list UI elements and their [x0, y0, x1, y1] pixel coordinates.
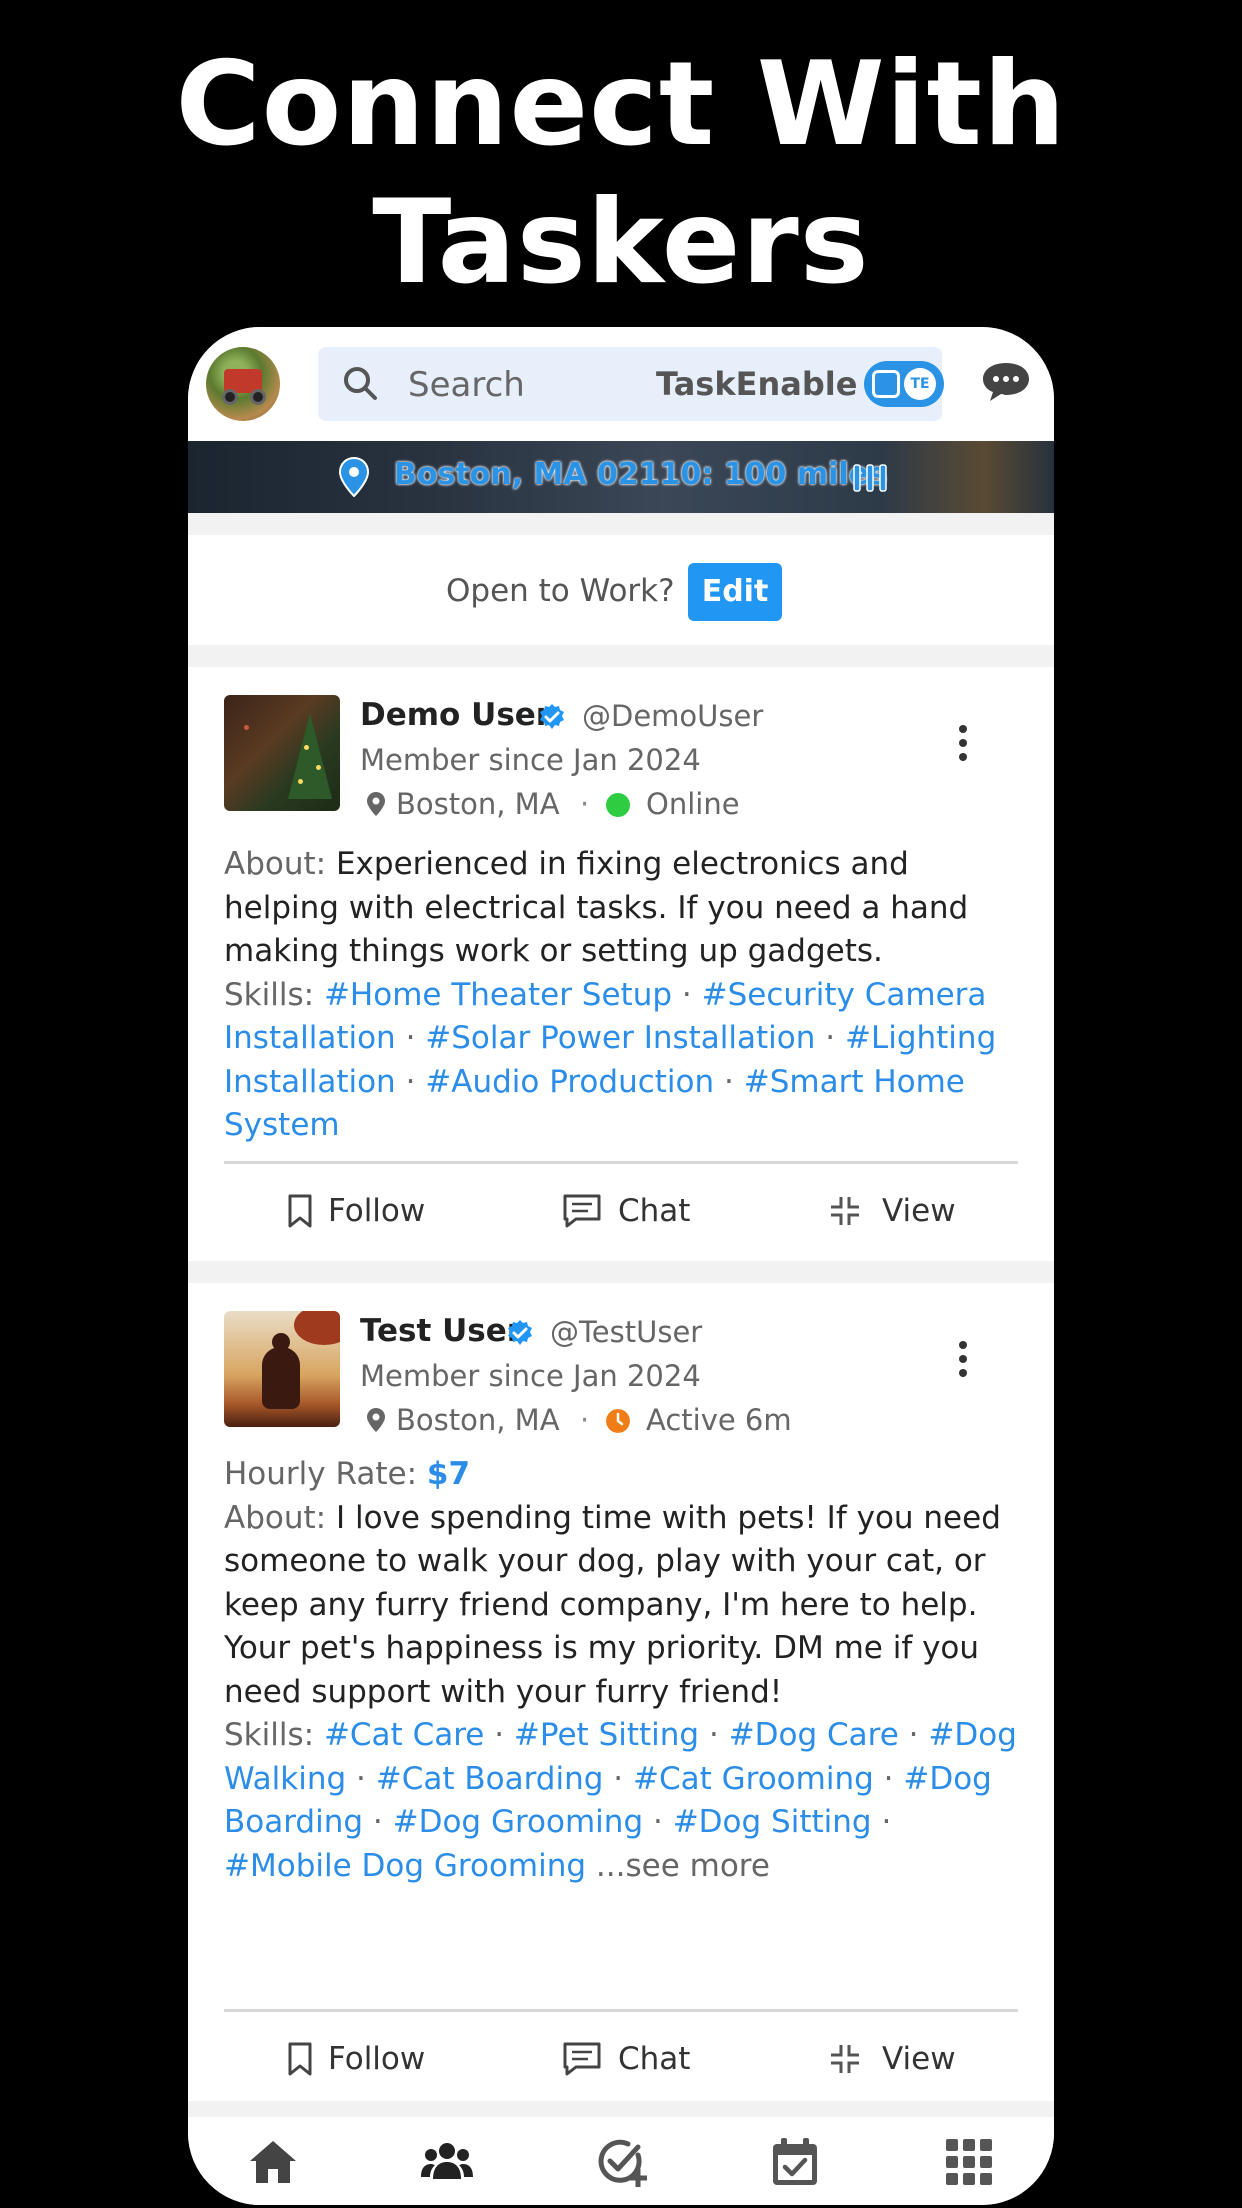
- skill-tag[interactable]: #Home Theater Setup: [324, 977, 672, 1013]
- tasker-name[interactable]: Test User: [360, 1313, 522, 1349]
- open-to-work-panel: Open to Work? Edit: [188, 535, 1054, 645]
- location-pin-icon: [367, 792, 385, 816]
- open-to-work-label: Open to Work?: [446, 573, 675, 609]
- skill-tag[interactable]: #Mobile Dog Grooming: [224, 1848, 586, 1884]
- skills-list: Skills: #Home Theater Setup · #Security …: [224, 976, 997, 1144]
- chat-button[interactable]: Chat: [562, 1181, 702, 1241]
- skill-tag[interactable]: #Solar Power Installation: [425, 1020, 815, 1056]
- see-more-link[interactable]: ...see more: [596, 1848, 770, 1884]
- online-status-icon: [606, 793, 630, 817]
- skill-tag[interactable]: #Cat Boarding: [376, 1761, 604, 1797]
- divider: [224, 1161, 1018, 1164]
- skill-tag[interactable]: #Dog Sitting: [673, 1804, 872, 1840]
- about-text: About: Experienced in fixing electronics…: [224, 846, 969, 969]
- skill-tag[interactable]: #Dog Care: [729, 1717, 899, 1753]
- tasker-card: Test User @TestUser Member since Jan 202…: [188, 1283, 1054, 2101]
- member-since: Member since Jan 2024: [360, 1359, 701, 1393]
- separator-dot: ·: [580, 1403, 590, 1437]
- skill-tag[interactable]: #Pet Sitting: [514, 1717, 699, 1753]
- headline-line-2: Taskers: [372, 175, 870, 310]
- bookmark-icon: [288, 2042, 312, 2076]
- check-icon: [872, 370, 900, 398]
- follow-button[interactable]: Follow: [286, 2029, 446, 2089]
- add-task-icon[interactable]: [594, 2135, 648, 2189]
- location-pin-icon: [367, 1408, 385, 1432]
- tasker-details: Hourly Rate: $7 About: I love spending t…: [224, 1453, 1024, 1888]
- more-options-icon[interactable]: [958, 725, 968, 765]
- search-input[interactable]: Search: [408, 365, 525, 405]
- people-icon[interactable]: [420, 2135, 474, 2189]
- card-actions: Follow Chat View: [188, 2029, 1054, 2089]
- tasker-name[interactable]: Demo User: [360, 697, 551, 733]
- verified-badge-icon: [508, 1320, 532, 1345]
- bottom-navigation: [188, 2117, 1054, 2205]
- bookmark-icon: [288, 1194, 312, 1228]
- filter-sliders-icon[interactable]: [850, 463, 890, 493]
- about-text: About: I love spending time with pets! I…: [224, 1499, 1001, 1710]
- collapse-icon: [831, 1197, 859, 1225]
- tasker-city: Boston, MA: [396, 1403, 560, 1437]
- tasker-details: About: Experienced in fixing electronics…: [224, 843, 1024, 1148]
- profile-avatar[interactable]: [206, 347, 280, 421]
- skill-tag[interactable]: #Cat Grooming: [633, 1761, 874, 1797]
- chat-icon: [563, 2042, 601, 2076]
- messages-icon[interactable]: [980, 361, 1032, 403]
- member-since: Member since Jan 2024: [360, 743, 701, 777]
- separator-dot: ·: [580, 787, 590, 821]
- chat-icon: [563, 1194, 601, 1228]
- clock-status-icon: [606, 1409, 630, 1433]
- hourly-rate: Hourly Rate: $7: [224, 1456, 471, 1492]
- top-bar: Search TaskEnable TE: [188, 327, 1054, 441]
- taskenable-mode-toggle[interactable]: TE: [864, 361, 944, 407]
- tasker-handle: @DemoUser: [582, 699, 764, 733]
- view-button[interactable]: View: [828, 2029, 968, 2089]
- location-filter-banner[interactable]: Boston, MA 02110: 100 miles: [188, 441, 1054, 513]
- location-radius-text: Boston, MA 02110: 100 miles: [394, 457, 887, 492]
- tasker-city: Boston, MA: [396, 787, 560, 821]
- apps-grid-icon[interactable]: [942, 2135, 996, 2189]
- calendar-check-icon[interactable]: [768, 2135, 822, 2189]
- tasker-status: Online: [646, 787, 740, 821]
- tasker-photo[interactable]: [224, 695, 340, 811]
- tasker-card: Demo User @DemoUser Member since Jan 202…: [188, 667, 1054, 1261]
- tasker-handle: @TestUser: [550, 1315, 703, 1349]
- collapse-icon: [831, 2045, 859, 2073]
- follow-button[interactable]: Follow: [286, 1181, 446, 1241]
- card-actions: Follow Chat View: [188, 1181, 1054, 1241]
- search-icon: [344, 367, 377, 400]
- tasker-photo[interactable]: [224, 1311, 340, 1427]
- skill-tag[interactable]: #Audio Production: [425, 1064, 714, 1100]
- edit-button[interactable]: Edit: [688, 563, 782, 621]
- skill-tag[interactable]: #Cat Care: [324, 1717, 484, 1753]
- more-options-icon[interactable]: [958, 1341, 968, 1381]
- phone-screen: Search TaskEnable TE Boston, MA 02110: 1…: [188, 327, 1054, 2205]
- home-icon[interactable]: [246, 2135, 300, 2189]
- search-bar[interactable]: Search TaskEnable TE: [318, 347, 944, 421]
- te-badge: TE: [904, 368, 936, 400]
- promo-headline: Connect With Taskers: [0, 36, 1242, 312]
- brand-name: TaskEnable: [656, 365, 858, 403]
- tasker-status: Active 6m: [646, 1403, 792, 1437]
- skills-list: Skills: #Cat Care · #Pet Sitting · #Dog …: [224, 1717, 1017, 1884]
- location-pin-icon: [338, 457, 370, 497]
- chat-button[interactable]: Chat: [562, 2029, 702, 2089]
- view-button[interactable]: View: [828, 1181, 968, 1241]
- skill-tag[interactable]: #Dog Grooming: [393, 1804, 644, 1840]
- headline-line-1: Connect With: [175, 37, 1067, 172]
- divider: [224, 2009, 1018, 2012]
- verified-badge-icon: [540, 704, 564, 729]
